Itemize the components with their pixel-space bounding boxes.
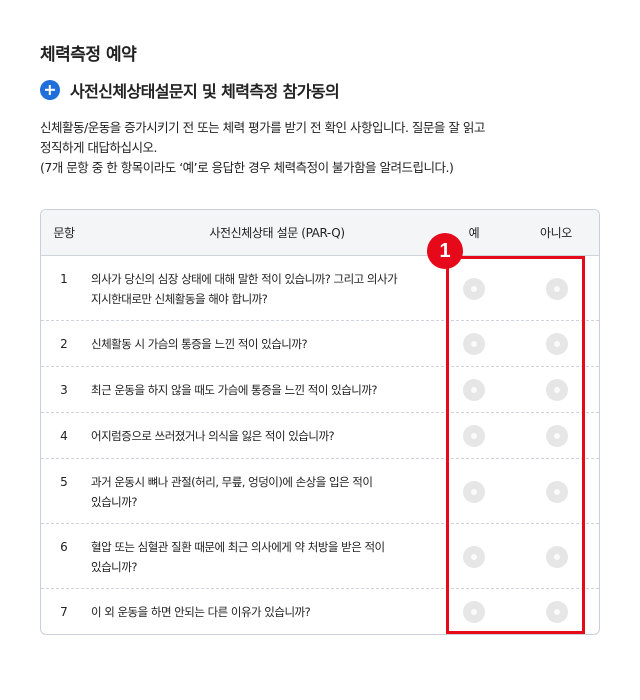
question-line: 의사가 당신의 심장 상태에 대해 말한 적이 있습니까? 그리고 의사가 [91, 272, 398, 286]
section-heading: 사전신체상태설문지 및 체력측정 참가동의 [40, 78, 340, 102]
question-line: 과거 운동시 뼈나 관절(허리, 무릎, 엉덩이)에 손상을 입은 적이 [91, 475, 373, 489]
description-line: 신체활동/운동을 증가시키기 전 또는 체력 평가를 받기 전 확인 사항입니다… [40, 120, 485, 135]
description-line: 정직하게 대답하십시오. [40, 140, 157, 155]
row-number: 5 [60, 475, 68, 489]
question-text: 신체활동 시 가슴의 통증을 느낀 적이 있습니까? [91, 334, 431, 354]
table-header: 문항 사전신체상태 설문 (PAR-Q) 예 아니오 [41, 210, 599, 256]
row-number: 7 [60, 605, 68, 619]
plus-circle-icon [40, 80, 60, 100]
header-question: 사전신체상태 설문 (PAR-Q) [209, 226, 345, 240]
question-line: 신체활동 시 가슴의 통증을 느낀 적이 있습니까? [91, 337, 308, 351]
question-text: 최근 운동을 하지 않을 때도 가슴에 통증을 느낀 적이 있습니까? [91, 380, 431, 400]
description-line: (7개 문항 중 한 항목이라도 ‘예’로 응답한 경우 체력측정이 불가함을 … [40, 160, 454, 175]
row-number: 3 [60, 383, 68, 397]
row-number: 6 [60, 540, 68, 554]
question-line: 있습니까? [91, 495, 137, 509]
highlight-box [446, 256, 585, 634]
question-line: 지시한대로만 신체활동을 해야 합니까? [91, 292, 268, 306]
page-title: 체력측정 예약 [40, 45, 137, 65]
question-line: 어지럼증으로 쓰러졌거나 의식을 잃은 적이 있습니까? [91, 429, 335, 443]
description: 신체활동/운동을 증가시키기 전 또는 체력 평가를 받기 전 확인 사항입니다… [40, 118, 600, 178]
question-text: 어지럼증으로 쓰러졌거나 의식을 잃은 적이 있습니까? [91, 426, 431, 446]
row-number: 1 [60, 272, 68, 286]
header-number: 문항 [53, 226, 75, 240]
question-text: 혈압 또는 심혈관 질환 때문에 최근 의사에게 약 처방을 받은 적이있습니까… [91, 537, 431, 577]
question-text: 이 외 운동을 하면 안되는 다른 이유가 있습니까? [91, 602, 431, 622]
question-line: 이 외 운동을 하면 안되는 다른 이유가 있습니까? [91, 605, 311, 619]
question-text: 의사가 당신의 심장 상태에 대해 말한 적이 있습니까? 그리고 의사가지시한… [91, 269, 431, 309]
header-no: 아니오 [540, 226, 572, 240]
question-line: 있습니까? [91, 560, 137, 574]
section-heading-text: 사전신체상태설문지 및 체력측정 참가동의 [70, 82, 340, 101]
row-number: 2 [60, 337, 68, 351]
callout-badge: 1 [427, 233, 463, 269]
question-line: 혈압 또는 심혈관 질환 때문에 최근 의사에게 약 처방을 받은 적이 [91, 540, 385, 554]
question-line: 최근 운동을 하지 않을 때도 가슴에 통증을 느낀 적이 있습니까? [91, 383, 378, 397]
row-number: 4 [60, 429, 68, 443]
question-text: 과거 운동시 뼈나 관절(허리, 무릎, 엉덩이)에 손상을 입은 적이있습니까… [91, 472, 431, 512]
